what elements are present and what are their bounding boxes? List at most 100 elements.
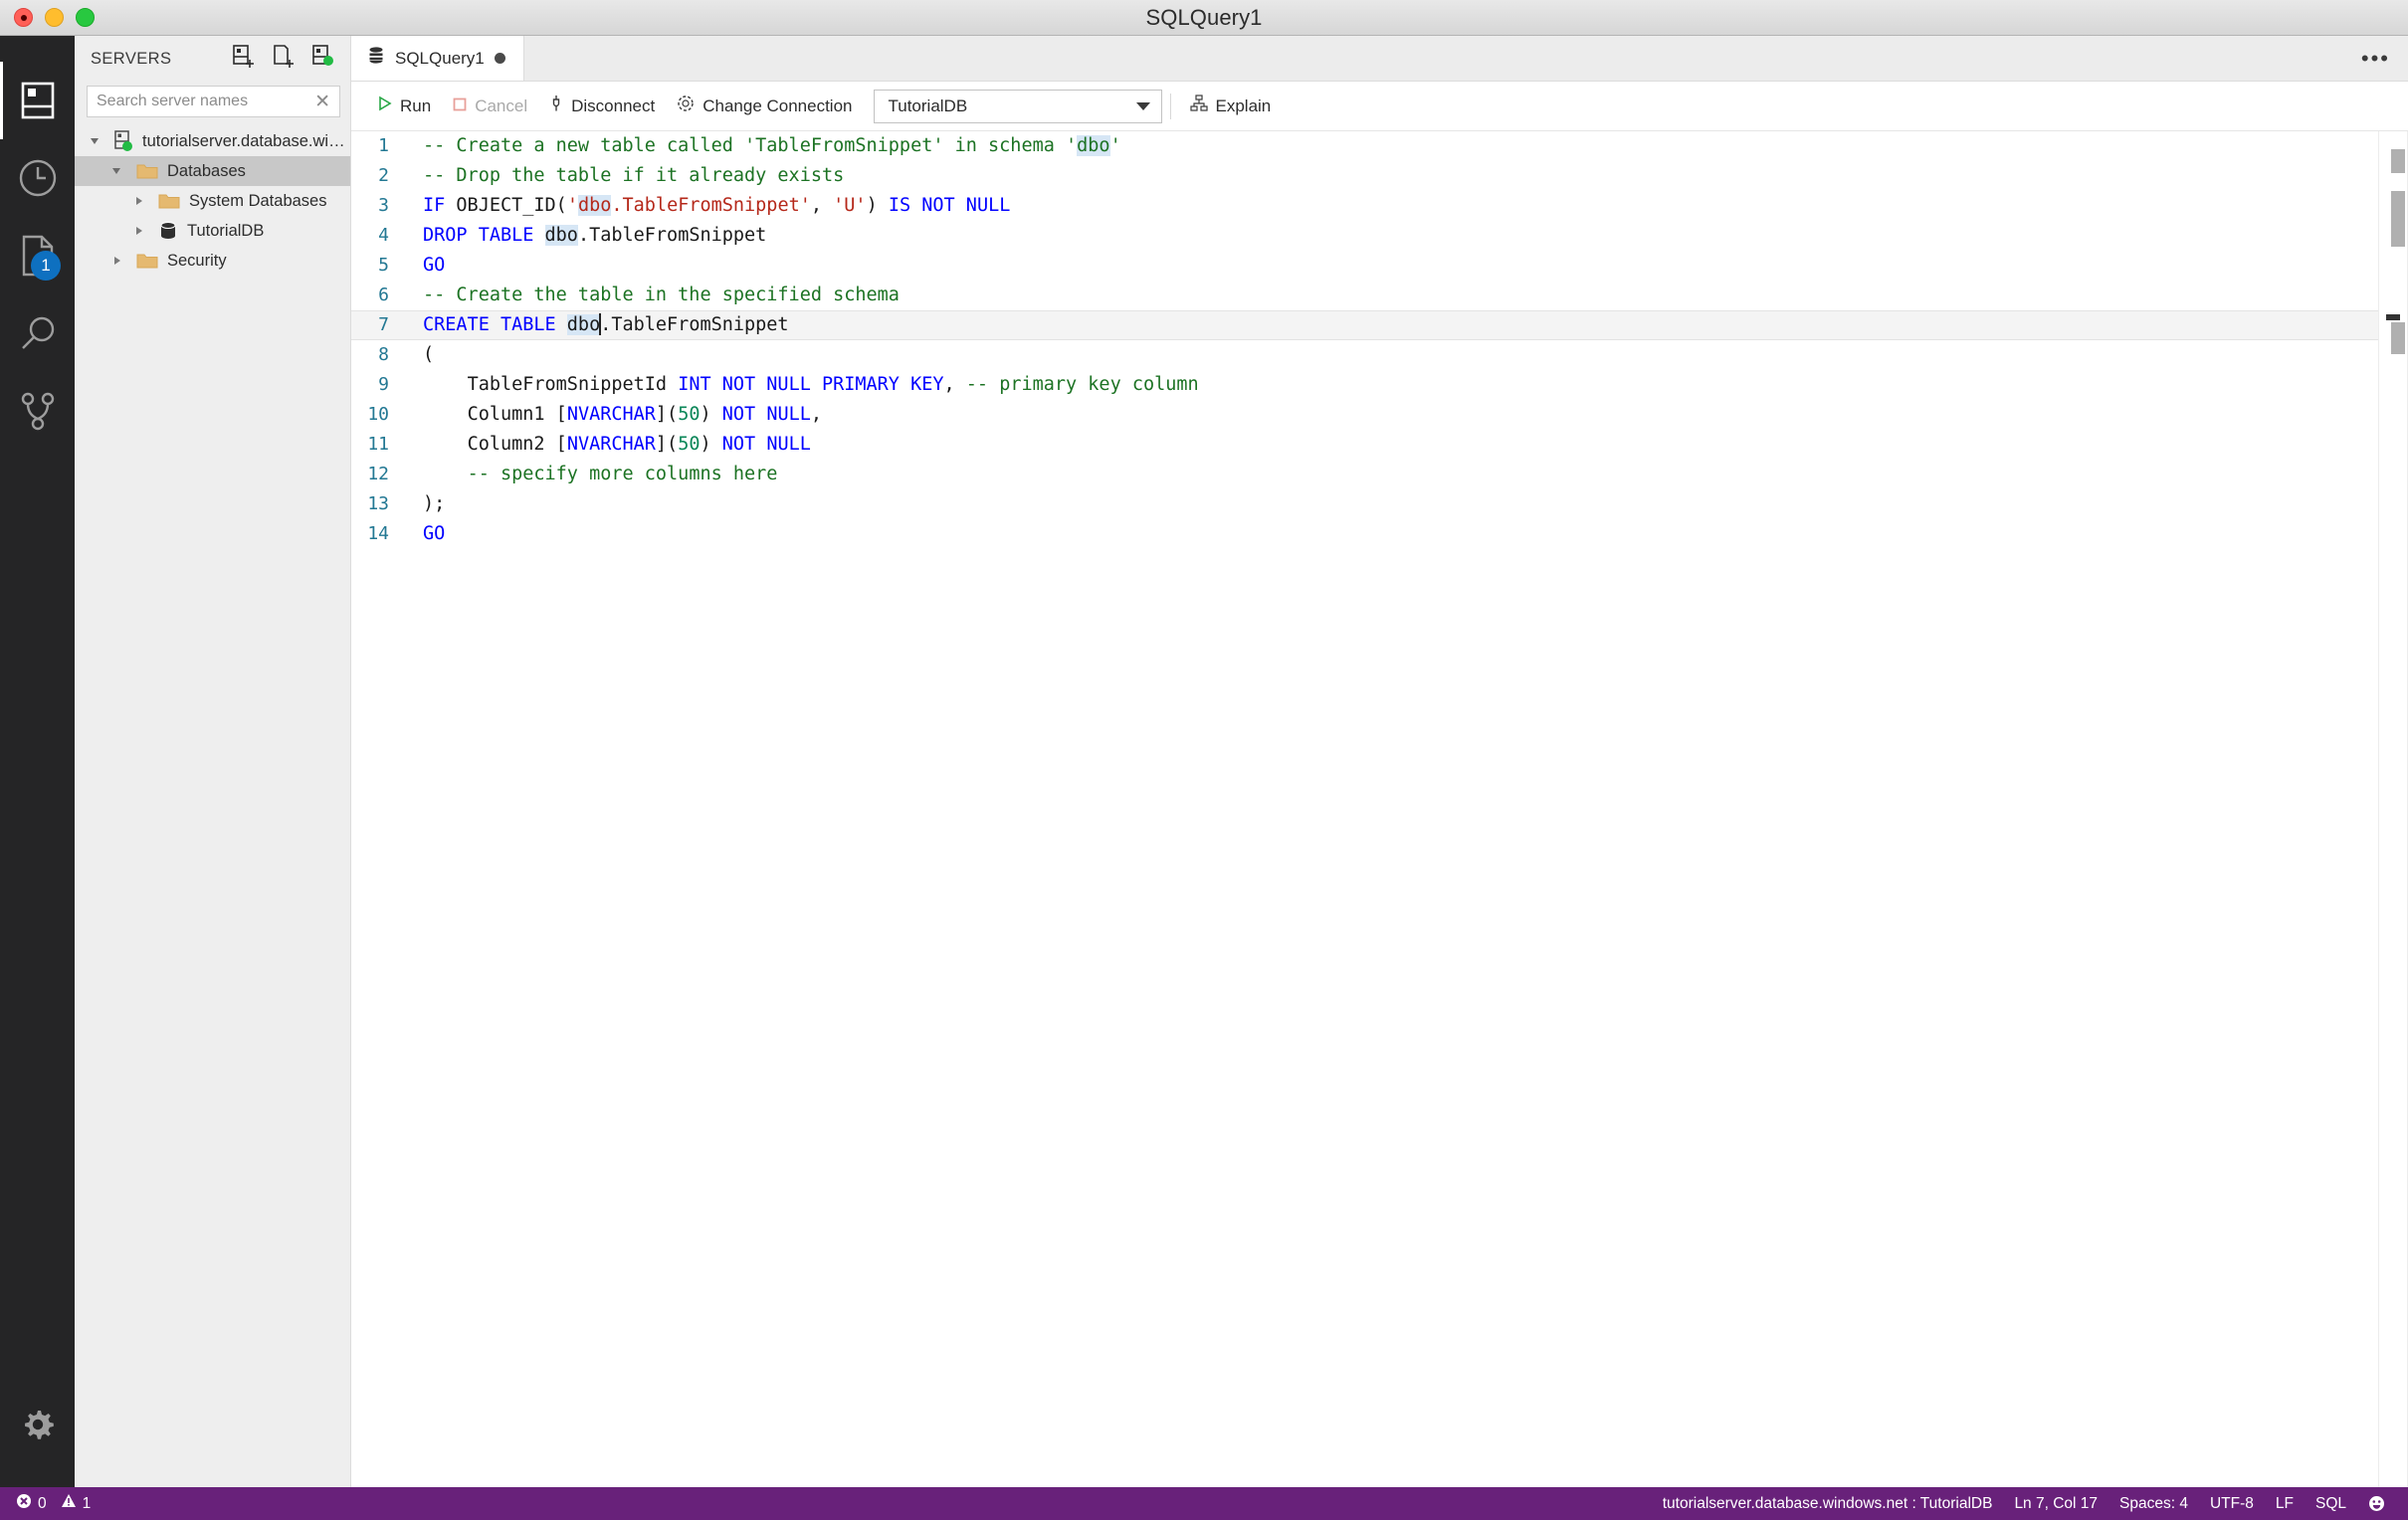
code-text[interactable]: GO <box>405 251 445 281</box>
code-text[interactable]: -- Create the table in the specified sch… <box>405 281 900 310</box>
editor-actions-more-icon[interactable]: ••• <box>2361 47 2390 70</box>
disconnect-button[interactable]: Disconnect <box>538 90 666 123</box>
run-label: Run <box>400 95 432 115</box>
code-text[interactable]: -- Create a new table called 'TableFromS… <box>405 131 1121 161</box>
workbench: 1 SERVERS Search server names ✕ tutorial… <box>0 36 2408 1487</box>
chevron-right-icon[interactable] <box>130 223 146 239</box>
editor-group: SQLQuery1 ••• Run Cancel Disconnect Chan… <box>351 36 2408 1487</box>
encoding-status[interactable]: UTF-8 <box>2199 1487 2265 1520</box>
activity-bar: 1 <box>0 36 75 1487</box>
cancel-button[interactable]: Cancel <box>442 90 538 123</box>
code-line[interactable]: 4 DROP TABLE dbo.TableFromSnippet <box>351 221 2378 251</box>
language-mode-status[interactable]: SQL <box>2305 1487 2357 1520</box>
chevron-down-icon[interactable] <box>87 133 102 149</box>
status-bar-left: 0 1 <box>8 1487 99 1520</box>
line-number: 5 <box>378 255 389 276</box>
line-number: 7 <box>378 314 389 335</box>
smiley-icon[interactable] <box>2357 1487 2396 1520</box>
code-line[interactable]: 5 GO <box>351 251 2378 281</box>
tab-sqlquery1[interactable]: SQLQuery1 <box>351 36 524 81</box>
tree-row-server[interactable]: tutorialserver.database.windows.n... <box>75 126 350 156</box>
code-text[interactable]: DROP TABLE dbo.TableFromSnippet <box>405 221 766 251</box>
search-box[interactable]: ✕ <box>87 86 340 117</box>
code-line[interactable]: 10 Column1 [NVARCHAR](50) NOT NULL, <box>351 400 2378 430</box>
cursor-position[interactable]: Ln 7, Col 17 <box>2003 1487 2108 1520</box>
chevron-right-icon[interactable] <box>108 253 124 269</box>
line-number: 12 <box>367 464 389 484</box>
code-token: NVARCHAR <box>566 404 656 425</box>
code-text[interactable]: IF OBJECT_ID('dbo.TableFromSnippet', 'U'… <box>405 191 1010 221</box>
database-icon <box>367 46 385 71</box>
indentation-status[interactable]: Spaces: 4 <box>2108 1487 2199 1520</box>
code-text[interactable]: Column2 [NVARCHAR](50) NOT NULL <box>405 430 811 460</box>
overview-ruler[interactable] <box>2378 131 2408 1487</box>
server-tree: tutorialserver.database.windows.n... Dat… <box>75 117 350 276</box>
activity-item-settings[interactable] <box>0 1386 75 1463</box>
code-text[interactable]: TableFromSnippetId INT NOT NULL PRIMARY … <box>405 370 1199 400</box>
code-line[interactable]: 7 CREATE TABLE dbo.TableFromSnippet <box>351 310 2378 340</box>
code-line[interactable]: 9 TableFromSnippetId INT NOT NULL PRIMAR… <box>351 370 2378 400</box>
tree-row-tutorialdb[interactable]: TutorialDB <box>75 216 350 246</box>
code-line[interactable]: 6 -- Create the table in the specified sc… <box>351 281 2378 310</box>
tab-dirty-indicator[interactable] <box>494 53 505 64</box>
code-token: dbo <box>1077 135 1110 156</box>
code-line[interactable]: 14 GO <box>351 519 2378 549</box>
code-line[interactable]: 1 -- Create a new table called 'TableFrom… <box>351 131 2378 161</box>
code-token: CREATE TABLE <box>423 314 556 335</box>
title-bar: SQLQuery1 <box>0 0 2408 36</box>
connection-status[interactable]: tutorialserver.database.windows.net : Tu… <box>1652 1487 2004 1520</box>
line-number: 1 <box>378 135 389 156</box>
code-editor[interactable]: 1 -- Create a new table called 'TableFrom… <box>351 131 2378 1487</box>
code-token: .TableFromSnippet <box>600 314 789 335</box>
chevron-down-icon[interactable] <box>108 163 124 179</box>
code-line[interactable]: 12 -- specify more columns here <box>351 460 2378 489</box>
line-number: 9 <box>378 374 389 395</box>
servers-icon <box>21 82 55 119</box>
code-text[interactable]: ); <box>405 489 445 519</box>
explain-button[interactable]: Explain <box>1179 90 1283 123</box>
tree-row-system-databases[interactable]: System Databases <box>75 186 350 216</box>
change-connection-button[interactable]: Change Connection <box>666 90 863 123</box>
code-text[interactable]: CREATE TABLE dbo.TableFromSnippet <box>405 310 789 340</box>
tree-row-databases[interactable]: Databases <box>75 156 350 186</box>
chevron-right-icon[interactable] <box>130 193 146 209</box>
tree-label-system-databases: System Databases <box>189 191 327 210</box>
tree-row-security[interactable]: Security <box>75 246 350 276</box>
code-token: DROP TABLE <box>423 225 534 246</box>
activity-item-query-history[interactable]: 1 <box>0 217 75 294</box>
code-text[interactable]: -- specify more columns here <box>405 460 778 489</box>
code-text[interactable]: GO <box>405 519 445 549</box>
code-line[interactable]: 13); <box>351 489 2378 519</box>
code-token: 50 <box>678 404 701 425</box>
activity-item-servers[interactable] <box>0 62 75 139</box>
code-token: -- Drop the table if it already exists <box>423 165 845 186</box>
code-text[interactable]: Column1 [NVARCHAR](50) NOT NULL, <box>405 400 822 430</box>
code-token: dbo <box>566 314 601 335</box>
tab-bar-actions: ••• <box>2361 36 2408 81</box>
activity-item-history[interactable] <box>0 139 75 217</box>
server-group-icon[interactable] <box>312 44 334 74</box>
activity-item-search[interactable] <box>0 294 75 372</box>
code-token: -- Create the table in the specified sch… <box>423 285 900 305</box>
code-token: INT NOT NULL PRIMARY KEY <box>678 374 944 395</box>
eol-status[interactable]: LF <box>2265 1487 2305 1520</box>
clear-search-icon[interactable]: ✕ <box>311 93 333 111</box>
new-query-icon[interactable] <box>273 44 295 74</box>
problems-status[interactable]: 0 1 <box>8 1487 99 1520</box>
run-button[interactable]: Run <box>367 90 442 123</box>
code-lines[interactable]: 1 -- Create a new table called 'TableFrom… <box>351 131 2378 549</box>
stop-icon <box>453 96 467 116</box>
activity-item-source-control[interactable] <box>0 372 75 450</box>
database-dropdown[interactable]: TutorialDB <box>873 89 1162 123</box>
search-input[interactable] <box>97 93 312 110</box>
code-text[interactable]: ( <box>405 340 434 370</box>
code-line[interactable]: 11 Column2 [NVARCHAR](50) NOT NULL <box>351 430 2378 460</box>
add-server-icon[interactable] <box>233 44 255 74</box>
code-line[interactable]: 2 -- Drop the table if it already exists <box>351 161 2378 191</box>
code-text[interactable]: -- Drop the table if it already exists <box>405 161 844 191</box>
code-line[interactable]: 3 IF OBJECT_ID('dbo.TableFromSnippet', 'U… <box>351 191 2378 221</box>
line-number: 6 <box>378 285 389 305</box>
code-line[interactable]: 8( <box>351 340 2378 370</box>
